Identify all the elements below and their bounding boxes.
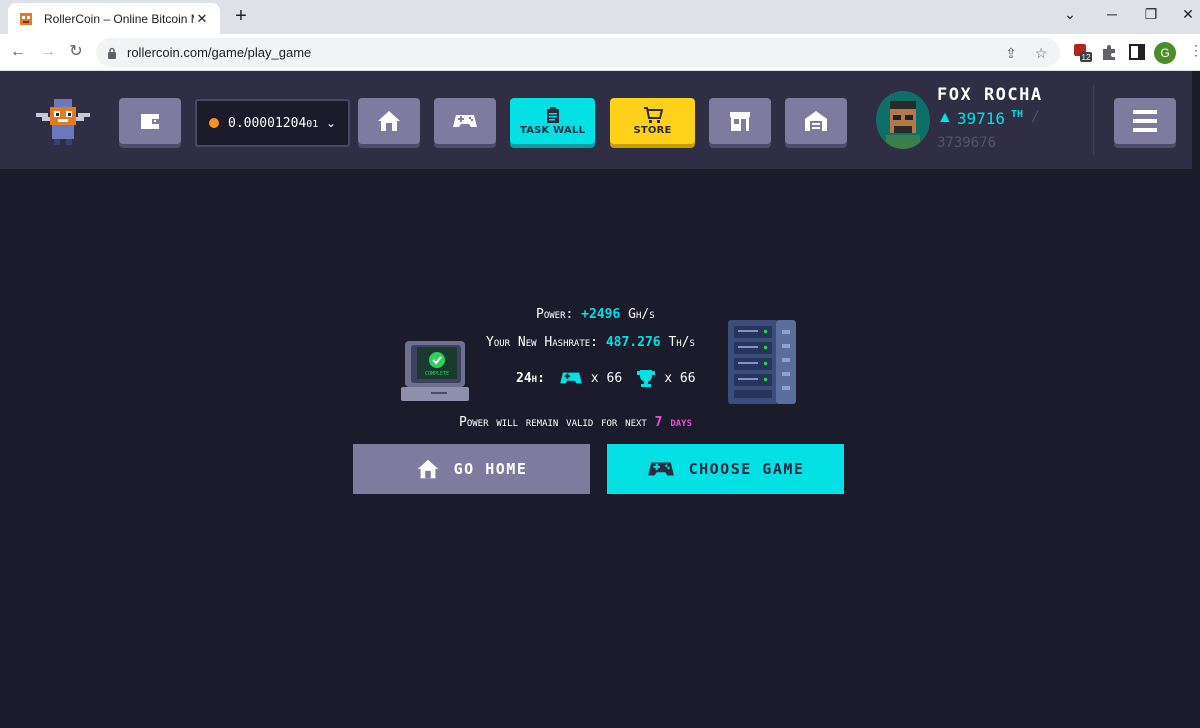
period-label: 24h: xyxy=(516,370,545,386)
hashrate-value: 487.276 xyxy=(605,335,661,350)
games-button[interactable] xyxy=(434,98,496,144)
gamepad-icon xyxy=(560,372,582,384)
rollercoin-favicon-icon xyxy=(20,12,32,25)
go-home-button[interactable]: GO HOME xyxy=(353,444,590,494)
address-bar[interactable]: rollercoin.com/game/play_game ⇪ ☆ xyxy=(96,38,1060,67)
avatar-portrait-icon xyxy=(886,101,920,149)
share-icon[interactable]: ⇪ xyxy=(1002,44,1020,62)
gamepad-icon xyxy=(453,115,477,127)
power-up-arrow-icon: ▲ xyxy=(937,109,953,126)
store-label: STORE xyxy=(633,125,672,136)
new-tab-icon[interactable]: + xyxy=(230,5,252,27)
browser-toolbar: ← → ↻ rollercoin.com/game/play_game ⇪ ☆ … xyxy=(0,34,1200,71)
marketplace-button[interactable] xyxy=(709,98,771,144)
complete-label: COMPLETE xyxy=(425,371,449,377)
clipboard-icon xyxy=(546,107,559,123)
hamburger-menu-button[interactable] xyxy=(1114,98,1176,144)
gamepad-icon xyxy=(647,462,674,476)
wallet-button[interactable] xyxy=(119,98,181,144)
task-wall-button[interactable]: TASK WALL xyxy=(510,98,595,144)
browser-tab-strip: RollerCoin – Online Bitcoin Minin ✕ + ⌄ … xyxy=(0,0,1200,34)
games-count: x 66 xyxy=(590,370,623,386)
back-icon[interactable]: ← xyxy=(8,42,28,62)
balance-tail: 01 xyxy=(306,119,319,130)
bitcoin-coin-icon xyxy=(209,118,219,128)
extension-badge: 12 xyxy=(1082,53,1091,62)
hashrate-unit: Th/s xyxy=(668,335,695,350)
choose-game-label: CHOOSE GAME xyxy=(688,460,805,478)
balance-dropdown[interactable]: 0.00001204 01 ⌄ xyxy=(195,99,350,147)
shopping-cart-icon xyxy=(643,107,663,123)
url-text: rollercoin.com/game/play_game xyxy=(127,45,312,60)
server-rack-icon xyxy=(728,320,796,404)
menu-bar-icon xyxy=(1133,128,1157,132)
go-home-label: GO HOME xyxy=(453,460,528,478)
validity-label: Power will remain valid for next xyxy=(459,415,647,430)
minimize-icon[interactable]: ─ xyxy=(1102,6,1122,22)
user-avatar[interactable] xyxy=(876,91,930,149)
reload-icon[interactable]: ↻ xyxy=(66,42,86,62)
hashrate-label: Your New Hashrate: xyxy=(486,335,598,350)
home-button[interactable] xyxy=(358,98,420,144)
wallet-icon xyxy=(141,114,159,129)
page-scrollbar[interactable] xyxy=(1192,71,1200,728)
browser-menu-icon[interactable]: ⋮ xyxy=(1186,42,1200,62)
home-icon xyxy=(417,459,438,479)
side-panel-icon[interactable] xyxy=(1127,42,1147,62)
lock-icon xyxy=(108,47,116,59)
power-unit: Gh/s xyxy=(628,307,655,322)
home-icon xyxy=(378,111,400,131)
restore-icon[interactable]: ❐ xyxy=(1141,6,1161,23)
profile-avatar[interactable]: G xyxy=(1154,42,1176,64)
forward-icon[interactable]: → xyxy=(38,42,58,62)
hashrate-stat: Your New Hashrate: 487.276 Th/s xyxy=(486,335,695,350)
site-header: 0.00001204 01 ⌄ TASK WALL STORE FOX ROCH… xyxy=(0,71,1200,169)
choose-game-button[interactable]: CHOOSE GAME xyxy=(607,444,844,494)
trophy-icon xyxy=(637,370,656,387)
rollercoin-logo-icon[interactable] xyxy=(34,97,92,147)
garage-icon xyxy=(805,111,827,131)
power-stat: Power: +2496 Gh/s xyxy=(536,307,655,322)
daily-stats: 24h: x 66 x 66 xyxy=(516,368,696,388)
validity-days: 7 days xyxy=(654,415,692,430)
power-value: +2496 xyxy=(581,307,621,322)
close-window-icon[interactable]: ✕ xyxy=(1178,6,1198,23)
wins-count: x 66 xyxy=(664,370,696,386)
balance-value: 0.00001204 xyxy=(228,115,307,131)
user-power-slash: / xyxy=(1031,109,1040,125)
task-wall-label: TASK WALL xyxy=(519,125,586,136)
user-power-total: 3739676 xyxy=(937,135,997,151)
complete-computer-icon: COMPLETE xyxy=(401,341,469,401)
chevron-down-icon: ⌄ xyxy=(325,116,336,130)
power-label: Power: xyxy=(536,307,574,322)
browser-tab[interactable]: RollerCoin – Online Bitcoin Minin ✕ xyxy=(8,3,220,34)
marketplace-icon xyxy=(730,112,750,131)
header-divider xyxy=(1093,85,1094,155)
bookmark-star-icon[interactable]: ☆ xyxy=(1032,44,1050,62)
tab-title: RollerCoin – Online Bitcoin Minin xyxy=(44,11,194,26)
user-name[interactable]: FOX ROCHA xyxy=(937,85,1043,105)
user-power-value: 39716 xyxy=(956,109,1006,128)
menu-bar-icon xyxy=(1133,119,1157,123)
page-content: 0.00001204 01 ⌄ TASK WALL STORE FOX ROCH… xyxy=(0,71,1200,728)
tab-search-chevron-icon[interactable]: ⌄ xyxy=(1060,6,1080,23)
extensions-puzzle-icon[interactable] xyxy=(1099,42,1119,62)
user-power: ▲ 39716 TH / xyxy=(937,109,1040,128)
validity-text: Power will remain valid for next 7 days xyxy=(459,415,692,430)
game-room-button[interactable] xyxy=(785,98,847,144)
user-power-unit: TH xyxy=(1011,109,1024,120)
extension-shield-icon[interactable]: 12 xyxy=(1072,42,1092,62)
store-button[interactable]: STORE xyxy=(610,98,695,144)
tab-close-icon[interactable]: ✕ xyxy=(194,11,210,27)
menu-bar-icon xyxy=(1133,110,1157,114)
